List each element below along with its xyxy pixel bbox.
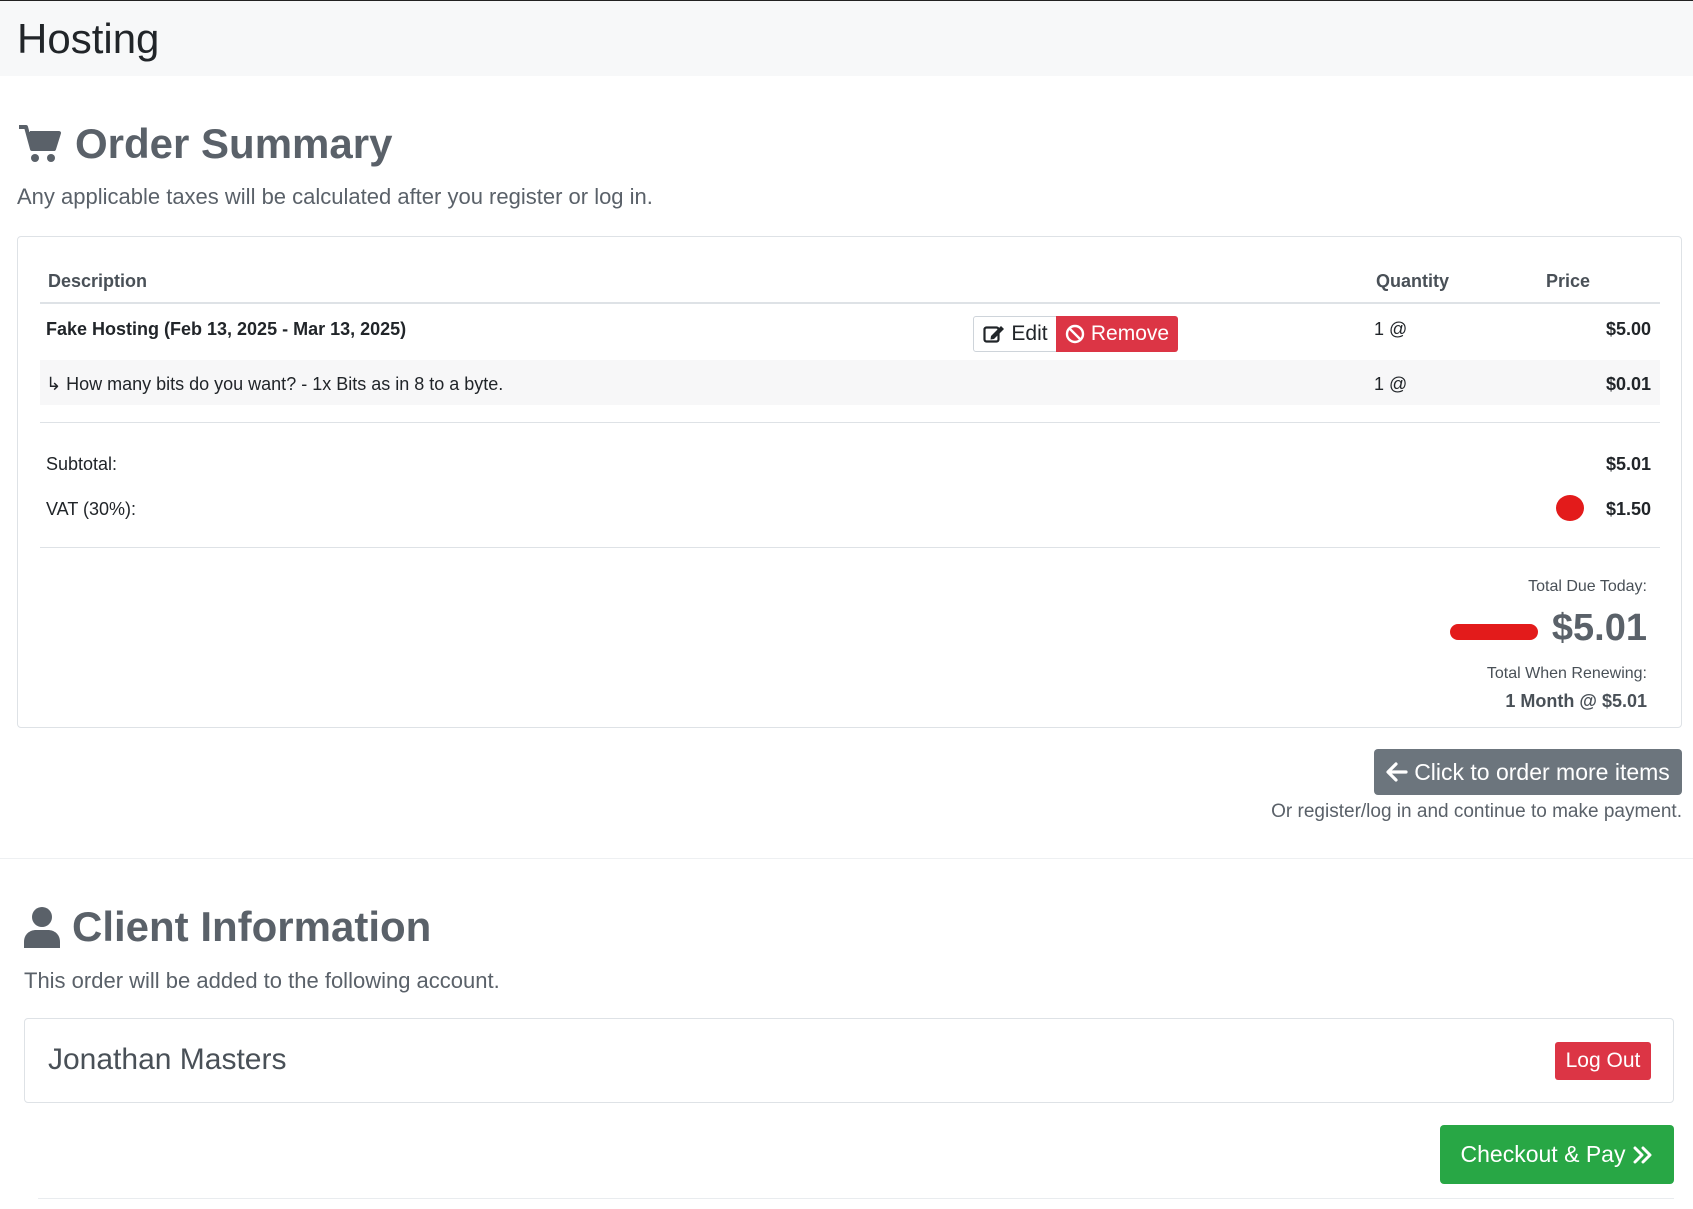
column-header-description: Description: [48, 271, 148, 291]
client-info-title: Client Information: [72, 903, 432, 950]
renewing-value: 1 Month @ $5.01: [1505, 691, 1647, 711]
top-bar: Hosting: [0, 0, 1693, 76]
edit-button-label: Edit: [1011, 322, 1048, 345]
bottom-rule: [38, 1198, 1674, 1199]
column-header-price: Price: [1546, 271, 1591, 291]
client-account-card: Jonathan Masters Log Out: [24, 1018, 1674, 1103]
item-price: $5.00: [1605, 319, 1651, 339]
order-summary-heading: Order Summary: [17, 120, 392, 168]
order-more-note: Or register/log in and continue to make …: [1271, 801, 1682, 822]
total-due-value: $5.01: [1551, 607, 1647, 649]
item-quantity: 1 @: [1374, 319, 1408, 339]
renewing-label: Total When Renewing:: [1486, 665, 1647, 682]
vat-value: $1.50: [1605, 499, 1651, 519]
totals-rule: [40, 547, 1660, 548]
item-description: Fake Hosting (Feb 13, 2025 - Mar 13, 202…: [46, 319, 407, 339]
page-title: Hosting: [17, 15, 160, 62]
order-more-button[interactable]: Click to order more items: [1374, 749, 1682, 795]
ban-icon: [1065, 324, 1085, 344]
subtotal-label: Subtotal:: [46, 454, 118, 474]
order-summary-card: Description Quantity Price Fake Hosting …: [17, 236, 1682, 728]
addon-quantity: 1 @: [1374, 374, 1408, 394]
edit-button[interactable]: Edit: [973, 316, 1058, 352]
checkout-label: Checkout & Pay: [1460, 1141, 1626, 1167]
logout-button[interactable]: Log Out: [1555, 1042, 1651, 1080]
items-rule: [40, 422, 1660, 423]
checkout-button[interactable]: Checkout & Pay: [1440, 1125, 1674, 1184]
client-info-note: This order will be added to the followin…: [24, 968, 500, 993]
total-due-label: Total Due Today:: [1528, 578, 1647, 595]
vat-label: VAT (30%):: [46, 499, 137, 519]
client-name: Jonathan Masters: [48, 1043, 287, 1076]
addon-price: $0.01: [1605, 374, 1651, 394]
annotation-dot: [1556, 495, 1584, 521]
subtotal-value: $5.01: [1605, 454, 1651, 474]
section-divider: [0, 858, 1693, 859]
shopping-cart-icon: [19, 125, 61, 162]
annotation-stroke: [1450, 624, 1538, 640]
arrow-left-icon: [1386, 762, 1408, 782]
addon-description: ↳ How many bits do you want? - 1x Bits a…: [46, 374, 504, 394]
user-icon: [24, 907, 60, 948]
order-more-label: Click to order more items: [1414, 758, 1670, 785]
remove-button[interactable]: Remove: [1056, 316, 1178, 352]
remove-button-label: Remove: [1090, 322, 1170, 345]
column-header-quantity: Quantity: [1376, 271, 1450, 291]
order-summary-title: Order Summary: [75, 120, 393, 167]
tax-note: Any applicable taxes will be calculated …: [17, 184, 653, 209]
edit-icon: [983, 326, 1005, 343]
client-info-heading: Client Information: [24, 903, 431, 951]
header-rule: [40, 302, 1660, 304]
double-chevron-right-icon: [1633, 1146, 1652, 1163]
